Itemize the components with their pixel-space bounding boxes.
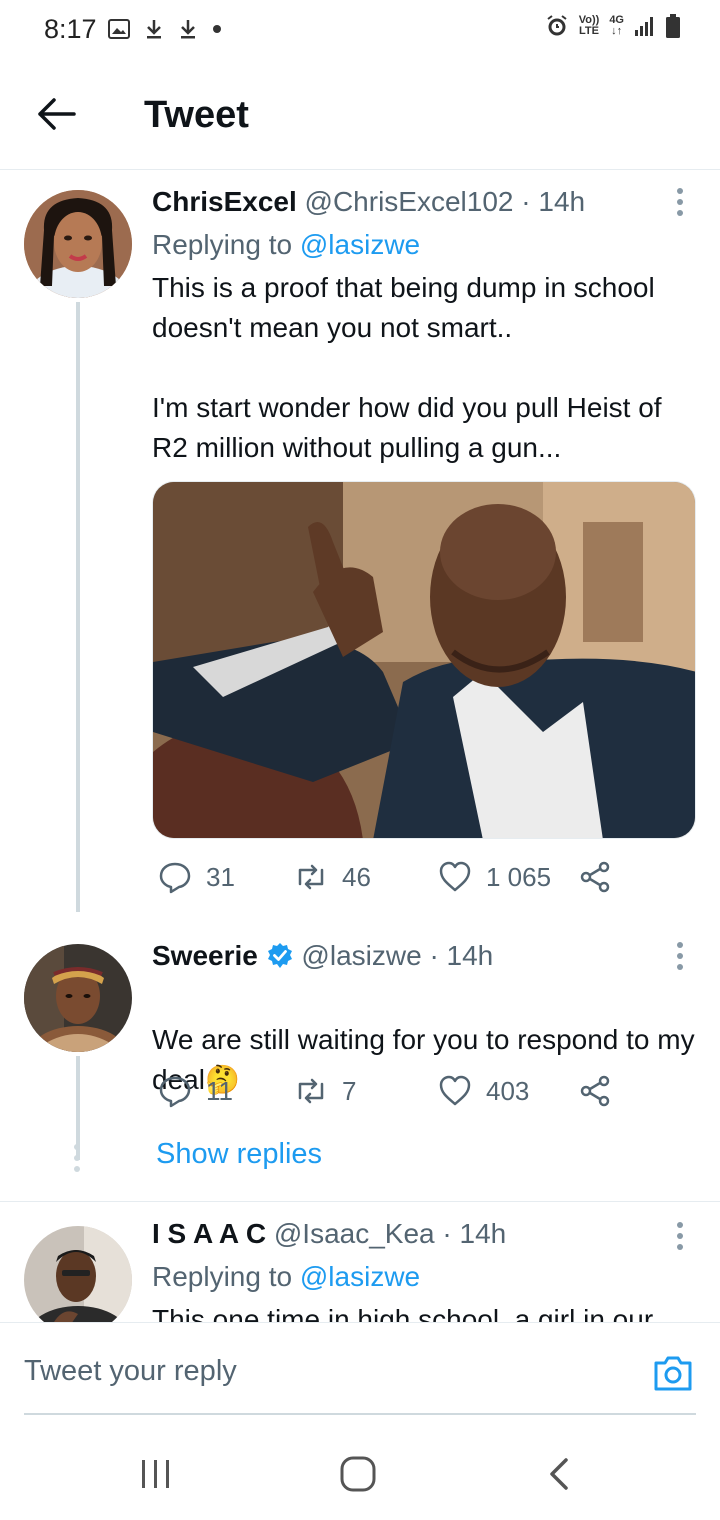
top-app-bar: Tweet <box>0 62 720 170</box>
avatar[interactable] <box>24 944 132 1052</box>
tweet-time: · 14h <box>442 1218 507 1249</box>
more-options-icon[interactable] <box>668 182 692 222</box>
status-bar: 8:17 Vo)) LTE 4G ↓↑ <box>0 0 720 62</box>
author-name[interactable]: ChrisExcel <box>152 186 297 217</box>
notification-dot-icon <box>213 25 221 33</box>
more-options-icon[interactable] <box>668 936 692 976</box>
like-count: 1 065 <box>486 861 552 892</box>
tweet-isaac[interactable]: I S A A C @Isaac_Kea · 14h Replying to @… <box>0 1202 720 1322</box>
tweet-header: I S A A C @Isaac_Kea · 14h <box>152 1216 700 1252</box>
share-button[interactable] <box>578 1074 612 1108</box>
replying-handle-link[interactable]: @lasizwe <box>300 229 420 260</box>
avatar[interactable] <box>24 190 132 298</box>
author-name[interactable]: I S A A C <box>152 1218 266 1249</box>
download-icon <box>181 20 195 39</box>
reply-input[interactable]: Tweet your reply <box>24 1355 237 1388</box>
alarm-icon <box>547 15 567 36</box>
tweet-header: Sweerie @lasizwe · 14h <box>152 938 700 974</box>
author-handle[interactable]: @ChrisExcel102 <box>305 186 514 217</box>
heart-icon <box>439 1075 471 1106</box>
author-handle[interactable]: @lasizwe <box>301 940 421 971</box>
retweet-icon <box>298 864 324 890</box>
system-navigation-bar <box>0 1416 720 1520</box>
replying-handle-link[interactable]: @lasizwe <box>300 1261 420 1292</box>
tweet-image[interactable] <box>152 481 696 839</box>
tweet-actions: 11 7 403 <box>152 1074 700 1118</box>
author-handle[interactable]: @Isaac_Kea <box>274 1218 435 1249</box>
status-time: 8:17 <box>44 14 97 44</box>
signal-icon <box>635 17 653 36</box>
tweet-chrisexcel[interactable]: ChrisExcel @ChrisExcel102 · 14h Replying… <box>0 170 720 930</box>
back-arrow-icon[interactable] <box>34 92 78 136</box>
volte-indicator: Vo)) LTE <box>578 14 600 37</box>
replying-to: Replying to @lasizwe <box>152 1261 421 1292</box>
retweet-count: 46 <box>342 861 371 892</box>
reply-button[interactable]: 31 <box>158 860 235 894</box>
thread-continuation-dots <box>74 1144 80 1172</box>
reply-button[interactable]: 11 <box>158 1074 233 1108</box>
tweet-actions: 31 46 1 065 <box>152 860 700 904</box>
tweet-text: This is a proof that being dump in schoo… <box>152 272 662 463</box>
share-button[interactable] <box>578 860 612 894</box>
retweet-count: 7 <box>342 1075 357 1106</box>
verified-badge-icon <box>267 943 292 968</box>
recent-apps-icon[interactable] <box>136 1454 176 1494</box>
reply-icon <box>159 1076 191 1108</box>
reply-icon <box>159 862 191 894</box>
retweet-button[interactable]: 7 <box>294 1074 356 1108</box>
tweet-time: · 14h <box>521 186 586 217</box>
tweet-sweerie[interactable]: Sweerie @lasizwe · 14h We are still wait… <box>0 930 720 1200</box>
gallery-icon <box>108 19 130 39</box>
battery-icon <box>666 14 680 38</box>
show-replies-link[interactable]: Show replies <box>156 1138 322 1171</box>
like-button[interactable]: 1 065 <box>438 860 551 894</box>
replying-to: Replying to @lasizwe <box>152 229 421 260</box>
network-indicator: 4G ↓↑ <box>609 14 624 37</box>
thread-line <box>76 302 80 912</box>
author-name[interactable]: Sweerie <box>152 940 258 971</box>
reply-composer: Tweet your reply <box>0 1322 720 1415</box>
page-title: Tweet <box>144 94 249 136</box>
download-icon <box>147 20 161 39</box>
heart-icon <box>439 861 471 892</box>
more-options-icon[interactable] <box>668 1216 692 1256</box>
reply-input-underline <box>24 1413 696 1415</box>
retweet-icon <box>298 1078 324 1104</box>
like-button[interactable]: 403 <box>438 1074 529 1108</box>
avatar[interactable] <box>24 1226 132 1322</box>
reply-count: 31 <box>206 861 235 892</box>
tweet-time: · 14h <box>429 940 494 971</box>
like-count: 403 <box>486 1075 530 1106</box>
reply-count: 11 <box>206 1075 233 1106</box>
camera-icon[interactable] <box>652 1353 694 1393</box>
share-icon <box>580 1075 610 1107</box>
home-icon[interactable] <box>338 1454 378 1494</box>
retweet-button[interactable]: 46 <box>294 860 371 894</box>
back-icon[interactable] <box>540 1454 580 1494</box>
share-icon <box>580 861 610 893</box>
tweet-text: This one time in high school, a girl in … <box>152 1304 654 1322</box>
tweet-header: ChrisExcel @ChrisExcel102 · 14h <box>152 184 700 220</box>
